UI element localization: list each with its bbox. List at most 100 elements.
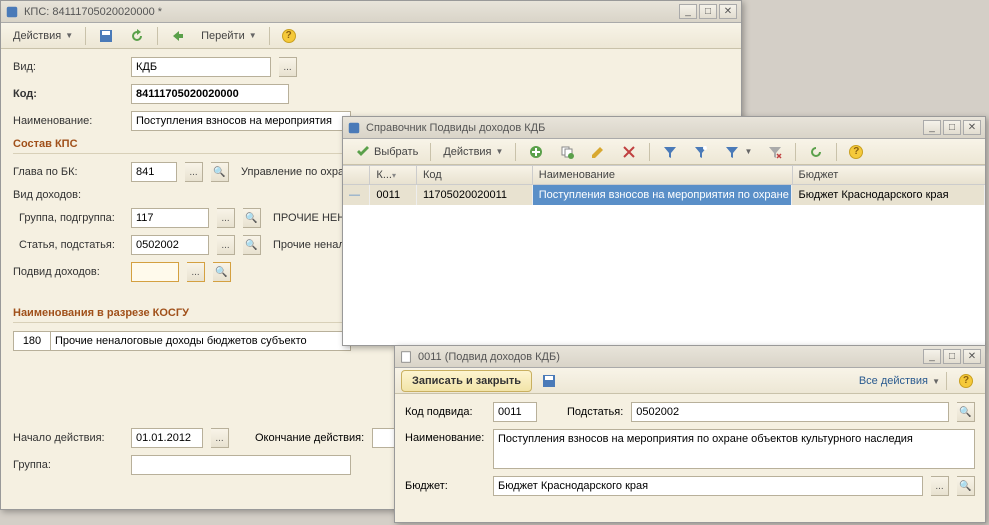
podstatya-input[interactable]: 0502002 [631, 402, 949, 422]
all-actions-menu[interactable]: Все действия ▼ [859, 375, 940, 387]
minimize-button[interactable]: _ [923, 349, 941, 364]
naim-label: Наименование: [13, 115, 123, 127]
refresh-icon[interactable] [802, 141, 830, 163]
gruppa-select-button[interactable]: ... [217, 208, 235, 228]
filter2-icon[interactable] [687, 141, 715, 163]
close-button[interactable]: ✕ [963, 120, 981, 135]
window-icon [5, 5, 19, 19]
podvid-input[interactable] [131, 262, 179, 282]
gruppa2-label: Группа: [13, 459, 123, 471]
podvid-select-button[interactable]: ... [187, 262, 205, 282]
nachalo-label: Начало действия: [13, 432, 123, 444]
vid-select-button[interactable]: ... [279, 57, 297, 77]
podvid-search-button[interactable]: 🔍 [213, 262, 231, 282]
row-icon: ― [343, 185, 370, 205]
podvid-window: 0011 (Подвид доходов КДБ) _ □ ✕ Записать… [394, 345, 986, 523]
budget-search-button[interactable]: 🔍 [957, 476, 975, 496]
col-kod[interactable]: Код [417, 166, 533, 184]
spravochnik-titlebar[interactable]: Справочник Подвиды доходов КДБ _ □ ✕ [343, 117, 985, 139]
okonch-label: Окончание действия: [255, 432, 364, 444]
save-icon[interactable] [92, 25, 120, 47]
nachalo-input[interactable]: 01.01.2012 [131, 428, 203, 448]
kodpodvid-input[interactable]: 0011 [493, 402, 537, 422]
gruppa-input[interactable]: 117 [131, 208, 209, 228]
row-naim: Поступления взносов на мероприятия по ох… [533, 185, 793, 205]
glava-label: Глава по БК: [13, 166, 123, 178]
gruppa2-input[interactable] [131, 455, 351, 475]
spravochnik-toolbar: Выбрать Действия▼ ▼ ? [343, 139, 985, 165]
refresh-icon[interactable] [123, 25, 151, 47]
col-budget[interactable]: Бюджет [793, 166, 986, 184]
col-icon[interactable] [343, 166, 370, 184]
podvid-title: 0011 (Подвид доходов КДБ) [418, 351, 923, 363]
podvid-toolbar: Записать и закрыть Все действия ▼ ? [395, 368, 985, 394]
actions-menu[interactable]: Действия▼ [7, 27, 79, 45]
glava-search-button[interactable]: 🔍 [211, 162, 229, 182]
nachalo-select-button[interactable]: ... [211, 428, 229, 448]
budget-label: Бюджет: [405, 480, 485, 492]
statya-select-button[interactable]: ... [217, 235, 235, 255]
gruppa-search-button[interactable]: 🔍 [243, 208, 261, 228]
kodpodvid-label: Код подвида: [405, 406, 485, 418]
glava-select-button[interactable]: ... [185, 162, 203, 182]
naim-input[interactable]: Поступления взносов на мероприятия [131, 111, 351, 131]
glava-input[interactable]: 841 [131, 162, 177, 182]
save-icon[interactable] [535, 370, 563, 392]
add-icon[interactable] [522, 141, 550, 163]
filter1-icon[interactable] [656, 141, 684, 163]
podvid-form: Код подвида: 0011 Подстатья: 0502002 🔍 Н… [395, 394, 985, 511]
maximize-button[interactable]: □ [699, 4, 717, 19]
goto-icon[interactable] [164, 25, 192, 47]
row-budget: Бюджет Краснодарского края [792, 185, 985, 205]
delete-icon[interactable] [615, 141, 643, 163]
kps-toolbar: Действия▼ Перейти▼ ? [1, 23, 741, 49]
kps-titlebar[interactable]: КПС: 84111705020020000 * _ □ ✕ [1, 1, 741, 23]
window-icon [399, 350, 413, 364]
podvid-label: Подвид доходов: [13, 266, 123, 278]
podvid-titlebar[interactable]: 0011 (Подвид доходов КДБ) _ □ ✕ [395, 346, 985, 368]
grid-header: К... ▾ Код Наименование Бюджет [343, 165, 985, 185]
gruppa-label: Группа, подгруппа: [13, 212, 123, 224]
row-kod: 11705020020011 [417, 185, 533, 205]
statya-label: Статья, подстатья: [13, 239, 123, 251]
filter-clear-icon[interactable] [761, 141, 789, 163]
copy-icon[interactable] [553, 141, 581, 163]
kosgu-code-cell[interactable]: 180 [13, 331, 51, 351]
col-naim[interactable]: Наименование [533, 166, 793, 184]
maximize-button[interactable]: □ [943, 349, 961, 364]
help-icon[interactable]: ? [843, 142, 869, 162]
minimize-button[interactable]: _ [923, 120, 941, 135]
select-button[interactable]: Выбрать [349, 141, 424, 163]
filter3-icon[interactable]: ▼ [718, 141, 758, 163]
actions-menu[interactable]: Действия▼ [437, 143, 509, 161]
kod-label: Код: [13, 88, 123, 100]
kod-input[interactable]: 84111705020020000 [131, 84, 289, 104]
close-button[interactable]: ✕ [719, 4, 737, 19]
save-close-button[interactable]: Записать и закрыть [401, 370, 532, 392]
kosgu-text-cell[interactable]: Прочие неналоговые доходы бюджетов субъе… [51, 331, 351, 351]
podvid-naim-input[interactable] [493, 429, 975, 469]
maximize-button[interactable]: □ [943, 120, 961, 135]
vid-label: Вид: [13, 61, 123, 73]
budget-select-button[interactable]: ... [931, 476, 949, 496]
budget-input[interactable]: Бюджет Краснодарского края [493, 476, 923, 496]
grid-body[interactable]: ― 0011 11705020020011 Поступления взносо… [343, 185, 985, 345]
podstatya-search-button[interactable]: 🔍 [957, 402, 975, 422]
edit-icon[interactable] [584, 141, 612, 163]
help-icon[interactable]: ? [276, 26, 302, 46]
statya-search-button[interactable]: 🔍 [243, 235, 261, 255]
statya-input[interactable]: 0502002 [131, 235, 209, 255]
goto-menu[interactable]: Перейти▼ [195, 27, 263, 45]
podvid-naim-label: Наименование: [405, 429, 485, 444]
table-row[interactable]: ― 0011 11705020020011 Поступления взносо… [343, 185, 985, 205]
col-k[interactable]: К... ▾ [370, 166, 417, 184]
close-button[interactable]: ✕ [963, 349, 981, 364]
window-icon [347, 121, 361, 135]
help-icon[interactable]: ? [953, 371, 979, 391]
minimize-button[interactable]: _ [679, 4, 697, 19]
viddoh-label: Вид доходов: [13, 189, 123, 201]
spravochnik-window: Справочник Подвиды доходов КДБ _ □ ✕ Выб… [342, 116, 986, 346]
vid-input[interactable]: КДБ [131, 57, 271, 77]
glava-desc: Управление по охране [241, 166, 356, 178]
spravochnik-title: Справочник Подвиды доходов КДБ [366, 122, 923, 134]
